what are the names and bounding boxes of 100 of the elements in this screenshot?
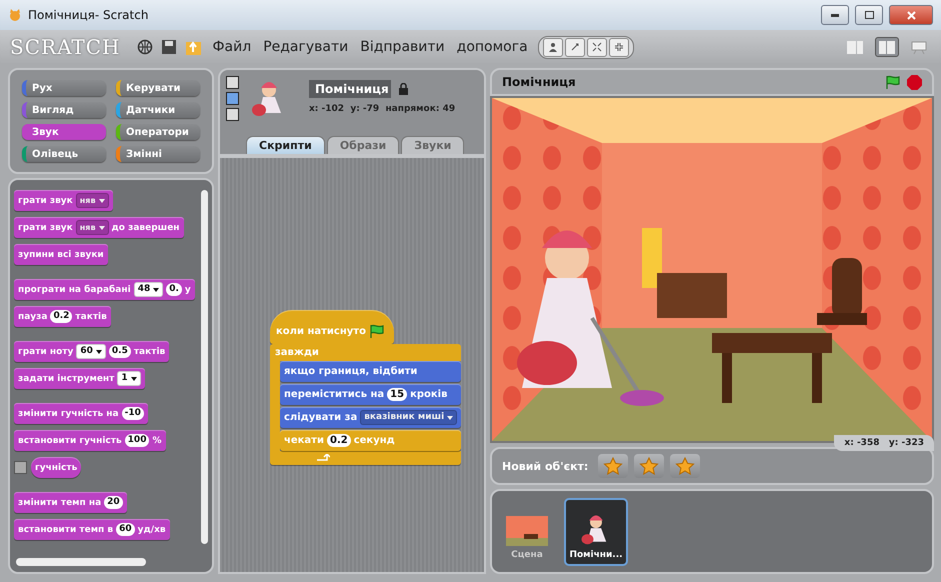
block-label: якщо границя, відбити bbox=[284, 366, 418, 377]
sound-block[interactable]: грати звук няв до завершен bbox=[14, 217, 184, 238]
tile-label: Сцена bbox=[511, 550, 543, 560]
sprite-name-field[interactable]: Помічниця bbox=[309, 80, 391, 98]
block-label: тактів bbox=[75, 312, 107, 322]
category-button[interactable]: Оператори bbox=[116, 124, 200, 140]
cat-icon bbox=[8, 8, 22, 22]
block-label: кроків bbox=[410, 389, 448, 400]
scrollbar[interactable] bbox=[16, 558, 146, 566]
scratch-logo: SCRATCH bbox=[10, 35, 120, 59]
surprise-star-icon bbox=[675, 457, 696, 475]
block-label: встановити гучність bbox=[18, 436, 122, 446]
sound-block[interactable]: грати ноту 60 0.5 тактів bbox=[14, 341, 170, 362]
close-button[interactable] bbox=[889, 5, 933, 25]
block-label: % bbox=[152, 436, 162, 446]
sound-block[interactable]: програти на барабані 48 0. у bbox=[14, 279, 195, 300]
sound-block[interactable]: зупини всі звуки bbox=[14, 244, 108, 265]
block-label: пауза bbox=[18, 312, 48, 322]
block-label: уд/хв bbox=[138, 524, 166, 534]
menu-item[interactable]: Редагувати bbox=[261, 39, 350, 55]
script-block[interactable]: чекати 0.2 секунд bbox=[280, 430, 462, 451]
layout-icon bbox=[879, 40, 895, 54]
sound-block[interactable]: встановити темп в 60 уд/хв bbox=[14, 519, 170, 540]
layout-icon bbox=[847, 40, 863, 54]
caret-icon bbox=[98, 198, 105, 202]
number-input[interactable]: 0. bbox=[166, 283, 182, 296]
block-label: гучність bbox=[35, 462, 78, 472]
window-title: Помічниця- Scratch bbox=[28, 8, 150, 22]
tile-label: Помічни... bbox=[569, 550, 623, 560]
number-input[interactable]: 100 bbox=[124, 434, 150, 447]
tool-button[interactable] bbox=[608, 38, 629, 56]
menu-item[interactable]: Відправити bbox=[358, 39, 447, 55]
number-input[interactable]: 20 bbox=[104, 496, 123, 509]
caret-icon bbox=[96, 350, 102, 354]
category-button[interactable]: Керувати bbox=[116, 80, 200, 96]
category-button[interactable]: Рух bbox=[22, 80, 106, 96]
script-block[interactable]: якщо границя, відбити bbox=[280, 361, 462, 382]
maximize-button[interactable] bbox=[855, 5, 883, 25]
sound-block[interactable]: задати інструмент 1 bbox=[14, 368, 145, 389]
dropdown-menu[interactable]: вказівник миші bbox=[360, 410, 458, 425]
menu-item[interactable]: допомога bbox=[454, 39, 530, 55]
tab[interactable]: Скрипти bbox=[246, 136, 325, 154]
forever-block[interactable]: завжди якщо границя, відбити переміститись на 15 кроків слідувати за вказівник миші чекати 0.2 секунд bbox=[270, 344, 462, 465]
block-label: до завершен bbox=[112, 222, 180, 232]
dropdown-menu[interactable]: 48 bbox=[134, 282, 164, 297]
script-block[interactable]: переміститись на 15 кроків bbox=[280, 384, 462, 405]
sound-block[interactable]: грати звук няв bbox=[14, 190, 113, 211]
rotation-style-button[interactable] bbox=[226, 108, 239, 121]
script-block[interactable]: слідувати за вказівник миші bbox=[280, 407, 462, 428]
menu-item[interactable]: Файл bbox=[210, 39, 254, 55]
reporter-block[interactable]: гучність bbox=[31, 457, 82, 478]
number-input[interactable]: 0.2 bbox=[327, 434, 351, 447]
category-button[interactable]: Звук bbox=[22, 124, 106, 140]
block-label: грати ноту bbox=[18, 346, 74, 356]
block-label: грати звук bbox=[18, 196, 73, 206]
block-label: задати інструмент bbox=[18, 374, 114, 384]
block-label: зупини всі звуки bbox=[18, 250, 104, 260]
scrollbar[interactable] bbox=[201, 190, 208, 544]
flag-button[interactable] bbox=[885, 74, 901, 90]
minimize-icon bbox=[831, 14, 839, 16]
lock-icon[interactable] bbox=[399, 83, 408, 95]
number-input[interactable]: 60 bbox=[116, 523, 135, 536]
number-input[interactable]: 0.5 bbox=[108, 345, 131, 358]
sound-block[interactable]: змінити гучність на -10 bbox=[14, 403, 148, 424]
sprite-tile[interactable]: Помічни... bbox=[564, 498, 628, 566]
category-button[interactable]: Вигляд bbox=[22, 102, 106, 118]
view-mode-button[interactable] bbox=[875, 37, 899, 57]
sound-block[interactable]: встановити гучність 100 % bbox=[14, 430, 166, 451]
tool-button[interactable] bbox=[542, 38, 563, 56]
dropdown-menu[interactable]: 1 bbox=[117, 371, 141, 386]
presentation-icon bbox=[911, 40, 927, 54]
category-button[interactable]: Змінні bbox=[116, 146, 200, 162]
sound-block[interactable]: змінити темп на 20 bbox=[14, 492, 127, 513]
block-label: коли натиснуто bbox=[276, 326, 366, 337]
category-button[interactable]: Олівець bbox=[22, 146, 106, 162]
number-input[interactable]: 15 bbox=[387, 388, 408, 401]
rotation-style-button[interactable] bbox=[226, 92, 239, 105]
category-button[interactable]: Датчики bbox=[116, 102, 200, 118]
person-icon bbox=[548, 42, 558, 52]
dropdown-menu[interactable]: 60 bbox=[76, 344, 106, 359]
block-label: тактів bbox=[134, 346, 166, 356]
checkbox[interactable] bbox=[14, 461, 27, 474]
number-input[interactable]: 0.2 bbox=[50, 310, 72, 323]
dropdown-menu[interactable]: няв bbox=[76, 220, 109, 235]
caret-icon bbox=[153, 288, 160, 292]
save-icon[interactable] bbox=[160, 39, 176, 55]
minimize-button[interactable] bbox=[821, 5, 849, 25]
close-icon bbox=[906, 10, 916, 20]
flag-icon bbox=[368, 324, 385, 339]
number-input[interactable]: -10 bbox=[122, 407, 144, 420]
block-label: секунд bbox=[354, 435, 395, 446]
dropdown-menu[interactable]: няв bbox=[76, 193, 109, 208]
rotation-style-button[interactable] bbox=[226, 76, 239, 89]
tool-button[interactable] bbox=[564, 38, 585, 56]
tool-button[interactable] bbox=[586, 38, 607, 56]
globe-icon[interactable] bbox=[136, 39, 152, 55]
block-label: переміститись на bbox=[284, 389, 384, 400]
sound-block[interactable]: пауза 0.2 тактів bbox=[14, 306, 111, 327]
caret-icon bbox=[130, 376, 137, 380]
mouse-coordinates: x: -358 y: -323 bbox=[834, 435, 934, 451]
